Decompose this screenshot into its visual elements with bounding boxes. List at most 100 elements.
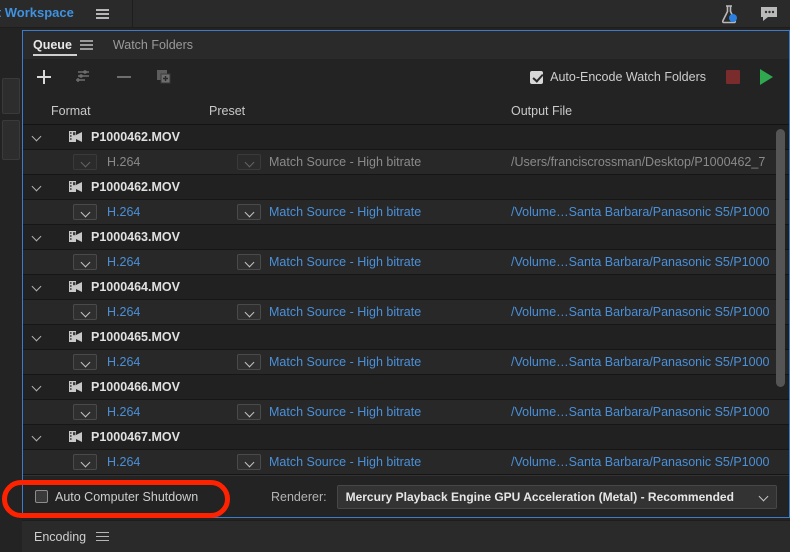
queue-scrollbar-thumb[interactable] xyxy=(776,129,785,387)
auto-computer-shutdown-toggle[interactable]: Auto Computer Shutdown xyxy=(35,490,198,504)
preset-dropdown[interactable] xyxy=(237,354,261,370)
tab-watch-folders-label: Watch Folders xyxy=(112,38,194,52)
workspace-label[interactable]: ault Workspace xyxy=(0,5,74,20)
disclosure-triangle-icon[interactable] xyxy=(33,233,42,242)
format-value[interactable]: H.264 xyxy=(107,455,140,469)
renderer-label: Renderer: xyxy=(271,489,327,504)
format-value[interactable]: H.264 xyxy=(107,405,140,419)
output-file-path[interactable]: /Volume…Santa Barbara/Panasonic S5/P1000 xyxy=(511,355,779,369)
preset-value[interactable]: Match Source - High bitrate xyxy=(269,305,421,319)
preset-value[interactable]: Match Source - High bitrate xyxy=(269,355,421,369)
output-file-path[interactable]: /Volume…Santa Barbara/Panasonic S5/P1000 xyxy=(511,205,779,219)
tab-queue[interactable]: Queue xyxy=(23,31,103,59)
encoding-panel-menu-icon[interactable] xyxy=(96,531,110,542)
queue-output-row[interactable]: H.264 Match Source - High bitrate/Volume…… xyxy=(23,350,789,375)
format-dropdown[interactable] xyxy=(73,154,97,170)
format-value[interactable]: H.264 xyxy=(107,355,140,369)
renderer-value: Mercury Playback Engine GPU Acceleration… xyxy=(345,489,734,504)
format-dropdown[interactable] xyxy=(73,204,97,220)
preset-dropdown[interactable] xyxy=(237,304,261,320)
preset-value[interactable]: Match Source - High bitrate xyxy=(269,405,421,419)
preset-dropdown[interactable] xyxy=(237,154,261,170)
queue-source-name: P1000467.MOV xyxy=(91,430,180,444)
auto-encode-watch-folders-toggle[interactable]: Auto-Encode Watch Folders xyxy=(530,70,706,84)
format-dropdown[interactable] xyxy=(73,304,97,320)
queue-group-row[interactable]: P1000467.MOV xyxy=(23,425,789,450)
renderer-select[interactable]: Mercury Playback Engine GPU Acceleration… xyxy=(336,484,777,509)
tab-queue-label: Queue xyxy=(33,38,72,52)
format-value[interactable]: H.264 xyxy=(107,205,140,219)
queue-output-row[interactable]: H.264 Match Source - High bitrate/Volume…… xyxy=(23,450,789,475)
format-dropdown[interactable] xyxy=(73,354,97,370)
column-header-output[interactable]: Output File xyxy=(511,104,572,118)
format-value[interactable]: H.264 xyxy=(107,155,140,169)
preset-dropdown[interactable] xyxy=(237,454,261,470)
chevron-down-icon[interactable] xyxy=(760,493,767,500)
output-file-path[interactable]: /Volume…Santa Barbara/Panasonic S5/P1000 xyxy=(511,455,779,469)
beaker-icon[interactable] xyxy=(718,4,740,24)
preset-value[interactable]: Match Source - High bitrate xyxy=(269,255,421,269)
auto-encode-checkbox[interactable] xyxy=(530,70,544,84)
film-clip-icon xyxy=(69,230,84,244)
preset-dropdown[interactable] xyxy=(237,204,261,220)
disclosure-triangle-icon[interactable] xyxy=(33,133,42,142)
preset-value[interactable]: Match Source - High bitrate xyxy=(269,155,421,169)
disclosure-triangle-icon[interactable] xyxy=(33,383,42,392)
queue-output-row[interactable]: H.264 Match Source - High bitrate/Volume…… xyxy=(23,400,789,425)
duplicate-icon[interactable] xyxy=(155,68,177,88)
column-header-preset[interactable]: Preset xyxy=(209,104,245,118)
tab-encoding[interactable]: Encoding xyxy=(22,530,110,544)
left-rail xyxy=(0,28,22,526)
output-file-path[interactable]: /Volume…Santa Barbara/Panasonic S5/P1000 xyxy=(511,255,779,269)
queue-group-row[interactable]: P1000462.MOV xyxy=(23,175,789,200)
queue-group-row[interactable]: P1000462.MOV xyxy=(23,125,789,150)
auto-computer-shutdown-checkbox[interactable] xyxy=(35,490,48,503)
preset-value[interactable]: Match Source - High bitrate xyxy=(269,455,421,469)
format-value[interactable]: H.264 xyxy=(107,305,140,319)
rail-panel-bottom[interactable] xyxy=(2,120,20,160)
preset-value[interactable]: Match Source - High bitrate xyxy=(269,205,421,219)
queue-scrollbar[interactable] xyxy=(776,127,785,474)
film-clip-icon xyxy=(69,330,84,344)
queue-toolbar-left xyxy=(35,68,177,88)
queue-group-row[interactable]: P1000465.MOV xyxy=(23,325,789,350)
column-header-format[interactable]: Format xyxy=(51,104,91,118)
tab-watch-folders[interactable]: Watch Folders xyxy=(103,31,203,59)
disclosure-triangle-icon[interactable] xyxy=(33,333,42,342)
workspace-menu-icon[interactable] xyxy=(96,9,109,19)
auto-encode-label: Auto-Encode Watch Folders xyxy=(550,70,706,84)
preset-dropdown[interactable] xyxy=(237,404,261,420)
preset-sliders-icon[interactable] xyxy=(75,68,97,88)
output-file-path[interactable]: /Users/franciscrossman/Desktop/P1000462_… xyxy=(511,155,779,169)
format-dropdown[interactable] xyxy=(73,254,97,270)
output-file-path[interactable]: /Volume…Santa Barbara/Panasonic S5/P1000 xyxy=(511,405,779,419)
film-clip-icon xyxy=(69,430,84,444)
encoding-panel: Encoding xyxy=(22,520,790,552)
disclosure-triangle-icon[interactable] xyxy=(33,283,42,292)
auto-computer-shutdown-label: Auto Computer Shutdown xyxy=(55,489,199,504)
format-dropdown[interactable] xyxy=(73,404,97,420)
format-dropdown[interactable] xyxy=(73,454,97,470)
plus-icon[interactable] xyxy=(35,68,57,88)
queue-source-name: P1000464.MOV xyxy=(91,280,180,294)
minus-icon[interactable] xyxy=(115,68,137,88)
queue-output-row[interactable]: H.264 Match Source - High bitrate/Volume…… xyxy=(23,200,789,225)
queue-output-row[interactable]: H.264 Match Source - High bitrate/Volume…… xyxy=(23,250,789,275)
queue-group-row[interactable]: P1000464.MOV xyxy=(23,275,789,300)
queue-panel-menu-icon[interactable] xyxy=(79,40,93,50)
queue-list[interactable]: P1000462.MOV H.264 Match Source - High bit… xyxy=(23,125,789,476)
queue-group-row[interactable]: P1000466.MOV xyxy=(23,375,789,400)
queue-group-row[interactable]: P1000463.MOV xyxy=(23,225,789,250)
queue-toolbar: Auto-Encode Watch Folders xyxy=(23,59,789,99)
rail-panel-top[interactable] xyxy=(2,78,20,114)
queue-output-row[interactable]: H.264 Match Source - High bitrate/Users/f… xyxy=(23,150,789,175)
format-value[interactable]: H.264 xyxy=(107,255,140,269)
queue-output-row[interactable]: H.264 Match Source - High bitrate/Volume…… xyxy=(23,300,789,325)
disclosure-triangle-icon[interactable] xyxy=(33,183,42,192)
play-triangle-icon[interactable] xyxy=(760,69,773,85)
disclosure-triangle-icon[interactable] xyxy=(33,433,42,442)
stop-square-icon[interactable] xyxy=(726,70,740,84)
chat-bubble-icon[interactable] xyxy=(758,4,780,24)
preset-dropdown[interactable] xyxy=(237,254,261,270)
output-file-path[interactable]: /Volume…Santa Barbara/Panasonic S5/P1000 xyxy=(511,305,779,319)
